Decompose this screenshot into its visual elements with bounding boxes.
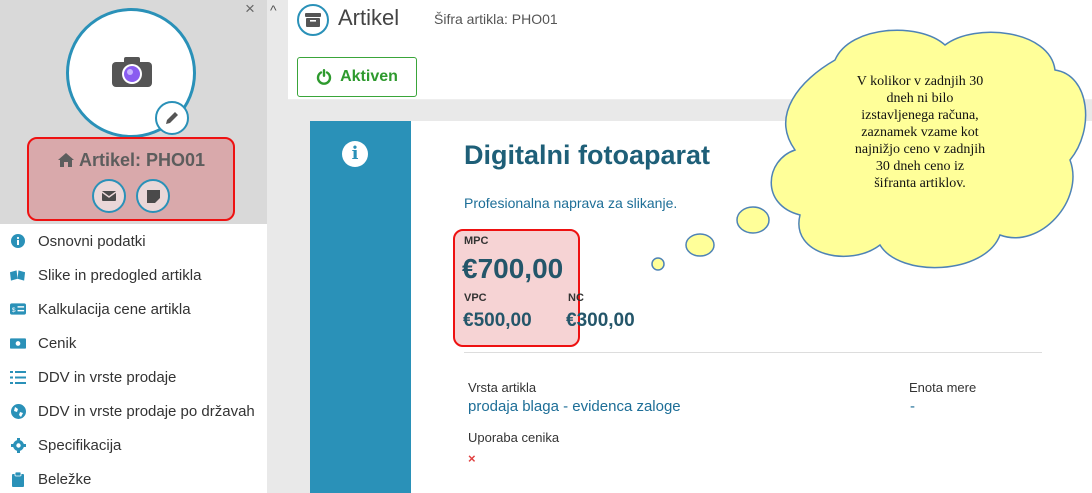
callout-line: izstavljenega računa, [861, 108, 979, 123]
scroll-up-icon[interactable]: ^ [270, 2, 277, 18]
power-icon [316, 69, 332, 85]
sidebar-item-ddv-drzave[interactable]: DDV in vrste prodaje po državah [0, 394, 267, 428]
email-button[interactable] [92, 179, 126, 213]
product-description: Profesionalna naprava za slikanje. [464, 195, 678, 211]
nc-label: NC [568, 292, 584, 304]
page-title: Artikel [338, 5, 400, 30]
sidebar-header: × Artikel: PHO01 [0, 0, 267, 224]
images-icon [10, 267, 26, 283]
list-icon [10, 369, 26, 385]
item-title-box: Artikel: PHO01 [27, 137, 235, 221]
callout-line: najnižjo ceno v zadnjih [854, 142, 986, 157]
sidebar-item-ddv[interactable]: DDV in vrste prodaje [0, 360, 267, 394]
callout-line: šifranta artiklov. [874, 176, 966, 191]
sidebar-item-label: Cenik [38, 334, 77, 352]
svg-text:$: $ [12, 307, 16, 314]
info-circle-icon [10, 233, 26, 249]
edit-image-button[interactable] [155, 101, 189, 135]
pricelist-label: Uporaba cenika [468, 430, 560, 445]
globe-icon [10, 403, 26, 419]
sidebar-item-label: Specifikacija [38, 436, 122, 454]
sidebar-item-cenik[interactable]: Cenik [0, 326, 267, 360]
clipboard-icon [10, 471, 26, 487]
sidebar-item-slike[interactable]: Slike in predogled artikla [0, 258, 267, 292]
note-button[interactable] [136, 179, 170, 213]
envelope-icon [102, 191, 116, 201]
sidebar-item-specifikacija[interactable]: Specifikacija [0, 428, 267, 462]
sidebar-menu: Osnovni podatki Slike in predogled artik… [0, 224, 267, 493]
sidebar-item-label: DDV in vrste prodaje [38, 368, 177, 386]
status-label: Aktiven [340, 68, 398, 85]
sidebar-item-label: Beležke [38, 470, 92, 488]
mpc-label: MPC [464, 235, 489, 247]
callout-line: V kolikor v zadnjih 30 [856, 74, 984, 89]
pencil-icon [166, 112, 178, 124]
callout-text: V kolikor v zadnjih 30 dneh ni bilo izst… [820, 73, 1020, 192]
sidebar-item-osnovni-podatki[interactable]: Osnovni podatki [0, 224, 267, 258]
sticky-note-icon [146, 189, 160, 203]
callout-line: 30 dneh ceno iz [875, 159, 965, 174]
unit-value: - [910, 398, 915, 415]
vpc-label: VPC [464, 292, 487, 304]
divider [464, 352, 1042, 353]
sidebar-item-label: Slike in predogled artikla [38, 266, 202, 284]
card-sidebar: i [310, 121, 411, 493]
no-icon: × [468, 451, 476, 466]
status-active-button[interactable]: Aktiven [297, 57, 417, 97]
sidebar-item-label: Osnovni podatki [38, 232, 146, 250]
sidebar: × Artikel: PHO01 Osnovni podatki Slike i… [0, 0, 267, 493]
gear-icon [10, 437, 26, 453]
app-root: × Artikel: PHO01 Osnovni podatki Slike i… [0, 0, 1092, 493]
mpc-value: €700,00 [462, 253, 564, 284]
nc-value: €300,00 [566, 310, 635, 331]
money-icon [10, 335, 26, 351]
close-icon[interactable]: × [245, 0, 255, 17]
sidebar-item-label: Kalkulacija cene artikla [38, 300, 191, 318]
price-tag-icon: $ [10, 301, 26, 317]
item-type-label: Vrsta artikla [468, 380, 537, 395]
callout-line: zaznamek vzame kot [861, 125, 979, 140]
product-name: Digitalni fotoaparat [464, 140, 711, 170]
item-type-value: prodaja blaga - evidenca zaloge [468, 398, 681, 415]
callout-line: dneh ni bilo [886, 91, 954, 106]
archive-box-icon [297, 4, 329, 36]
sidebar-title-text: Artikel: PHO01 [78, 150, 206, 170]
unit-label: Enota mere [909, 380, 977, 395]
item-code: Šifra artikla: PHO01 [434, 11, 558, 27]
sidebar-item-kalkulacija[interactable]: $ Kalkulacija cene artikla [0, 292, 267, 326]
sidebar-item-label: DDV in vrste prodaje po državah [38, 402, 255, 420]
camera-icon [112, 57, 152, 87]
sidebar-title: Artikel: PHO01 [29, 150, 233, 171]
home-icon [57, 153, 74, 167]
info-icon: i [342, 141, 368, 167]
vpc-value: €500,00 [463, 310, 532, 331]
sidebar-item-belezke[interactable]: Beležke [0, 462, 267, 493]
